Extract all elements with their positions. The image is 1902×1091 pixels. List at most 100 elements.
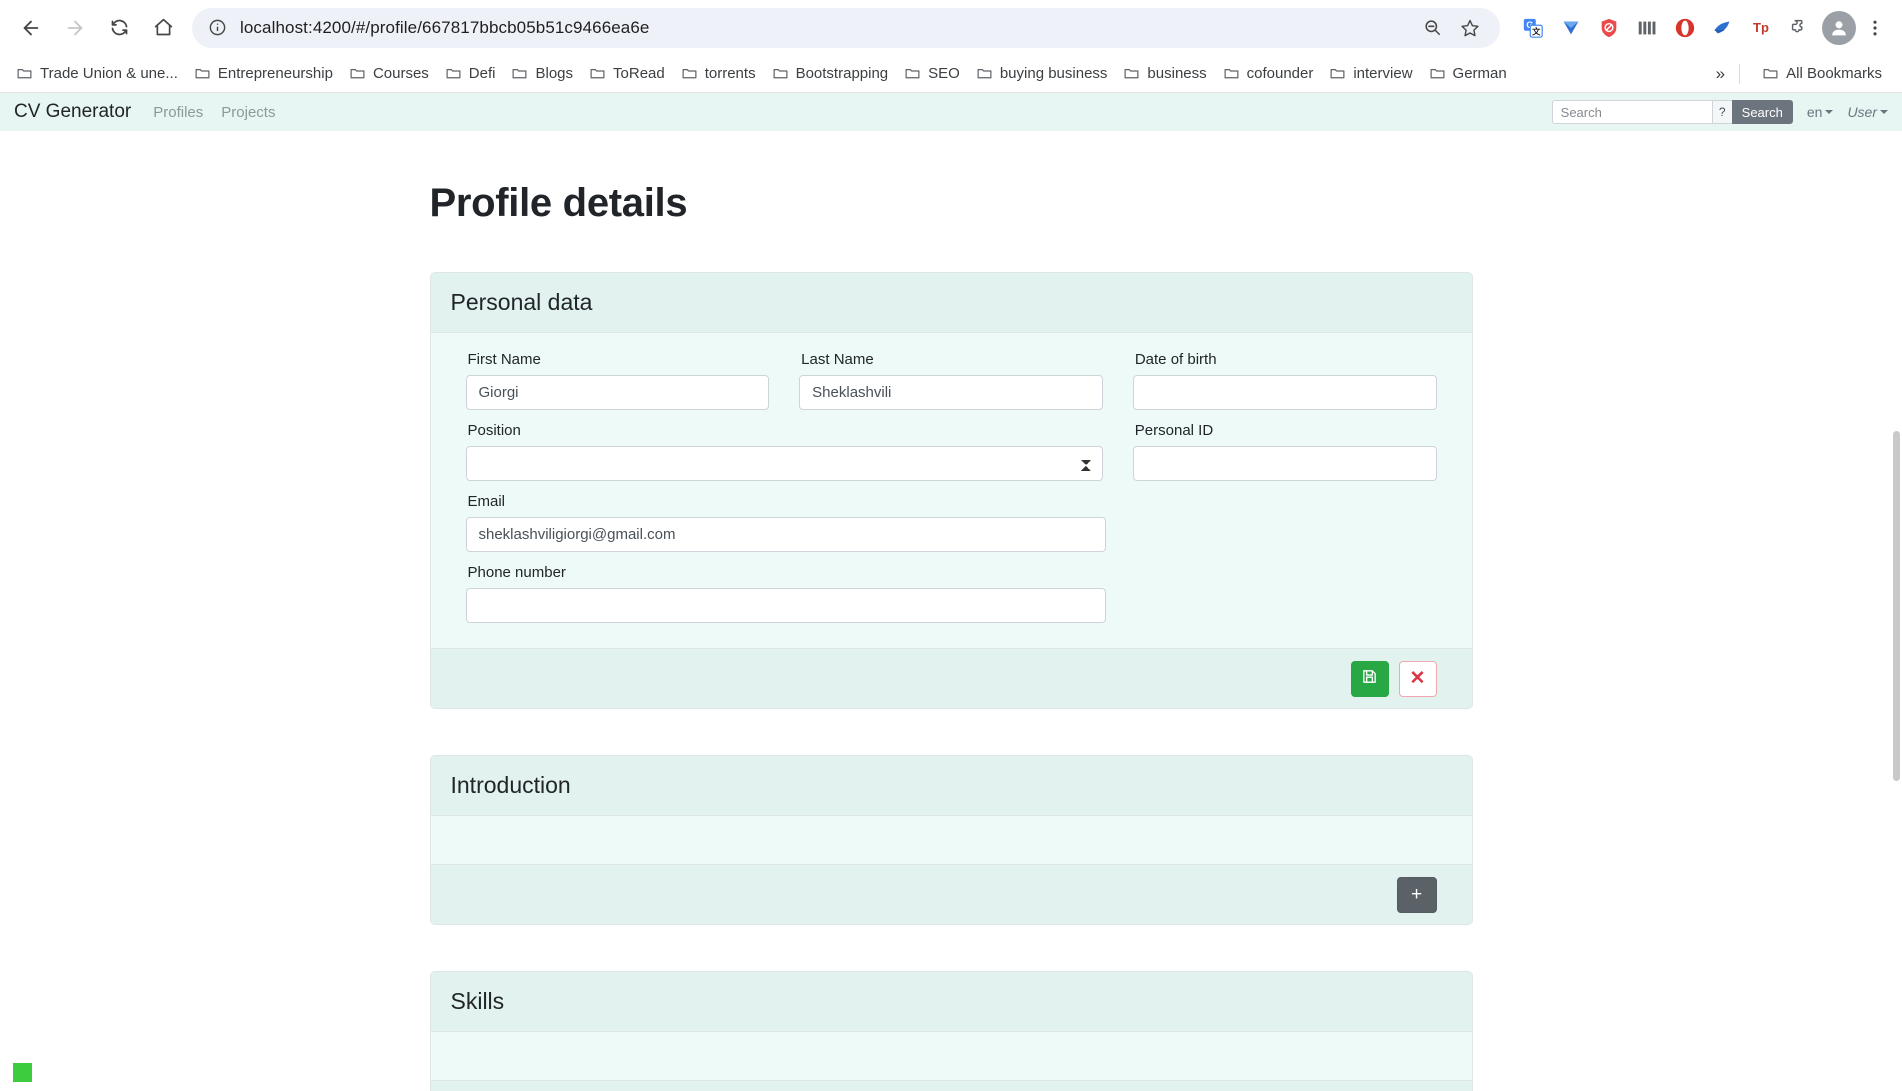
introduction-card: Introduction + (429, 755, 1473, 925)
three-dot-menu-icon[interactable] (1858, 11, 1892, 45)
opera-extension-icon[interactable] (1668, 11, 1702, 45)
bookmark-label: business (1147, 65, 1207, 82)
bookmark-label: torrents (704, 65, 756, 82)
folder-icon (194, 65, 211, 82)
all-bookmarks-button[interactable]: All Bookmarks (1754, 60, 1894, 87)
bookmark-label: Defi (468, 65, 496, 82)
bookmark-item[interactable]: Trade Union & une... (8, 60, 186, 87)
first-name-group: First Name (465, 351, 770, 410)
bookmarks-overflow-chevron[interactable]: » (1716, 64, 1725, 84)
page-title: Profile details (429, 181, 688, 225)
bookmark-label: Trade Union & une... (40, 65, 178, 82)
date-of-birth-group: Date of birth (1132, 351, 1437, 410)
bookmark-item[interactable]: business (1115, 60, 1214, 87)
introduction-body (430, 816, 1472, 864)
position-label: Position (467, 422, 521, 439)
user-label: User (1847, 104, 1877, 120)
folder-icon (589, 65, 606, 82)
personal-id-input[interactable] (1132, 446, 1437, 481)
bookmarks-overflow: » All Bookmarks (1705, 60, 1894, 87)
email-row: Email (465, 493, 1437, 552)
bookmark-item[interactable]: torrents (673, 60, 764, 87)
chevron-down-icon (1825, 110, 1834, 114)
folder-icon (904, 65, 921, 82)
folder-icon (16, 65, 33, 82)
bookmark-item[interactable]: Entrepreneurship (186, 60, 341, 87)
profile-avatar[interactable] (1822, 10, 1856, 45)
adblock-shield-extension-icon[interactable] (1592, 11, 1626, 45)
first-name-label: First Name (467, 351, 541, 368)
folder-icon (1329, 65, 1346, 82)
skills-header: Skills (430, 972, 1472, 1032)
save-icon (1361, 668, 1378, 690)
page-scrollbar[interactable] (1890, 131, 1902, 1091)
cancel-button[interactable]: ✕ (1398, 660, 1437, 697)
tp-extension-icon[interactable]: Tp (1744, 11, 1778, 45)
bookmark-item[interactable]: German (1421, 60, 1515, 87)
folder-icon (681, 65, 698, 82)
grammarly-extension-icon[interactable] (1554, 11, 1588, 45)
google-translate-extension-icon[interactable]: G文 (1516, 10, 1550, 45)
personal-id-group: Personal ID (1132, 422, 1437, 481)
bookmark-item[interactable]: buying business (968, 60, 1116, 87)
bookmark-item[interactable]: SEO (896, 60, 968, 87)
position-select[interactable] (465, 446, 1103, 481)
first-name-input[interactable] (465, 375, 770, 410)
introduction-footer: + (430, 864, 1472, 924)
nav-link-profiles[interactable]: Profiles (153, 104, 203, 121)
personal-data-footer: ✕ (430, 648, 1472, 708)
info-circle-icon[interactable] (206, 17, 228, 39)
search-input[interactable] (1551, 100, 1712, 124)
bookmark-label: interview (1353, 65, 1413, 82)
folder-icon (976, 65, 993, 82)
language-selector[interactable]: en (1807, 104, 1834, 120)
last-name-label: Last Name (801, 351, 874, 368)
chevron-down-icon (1880, 110, 1888, 114)
email-input[interactable] (465, 517, 1106, 552)
bookmark-item[interactable]: Defi (437, 60, 504, 87)
bookmark-item[interactable]: Blogs (503, 60, 581, 87)
page-scrollbar-thumb[interactable] (1893, 431, 1900, 781)
folder-icon (1223, 65, 1240, 82)
date-of-birth-input[interactable] (1132, 375, 1437, 410)
zoom-out-icon[interactable] (1416, 12, 1448, 44)
home-icon[interactable] (142, 7, 184, 49)
blue-bird-extension-icon[interactable] (1706, 11, 1740, 45)
bookmark-item[interactable]: Bootstrapping (764, 60, 897, 87)
navbar-right-group: ? Search en User (1551, 100, 1888, 124)
introduction-header: Introduction (430, 756, 1472, 816)
add-introduction-button[interactable]: + (1396, 876, 1437, 913)
save-button[interactable] (1350, 660, 1389, 697)
forward-arrow-icon[interactable] (54, 7, 96, 49)
search-help-button[interactable]: ? (1711, 100, 1732, 124)
position-row: Position Personal ID (465, 422, 1437, 481)
bookmark-item[interactable]: interview (1321, 60, 1420, 87)
bookmark-item[interactable]: cofounder (1215, 60, 1322, 87)
back-arrow-icon[interactable] (10, 7, 52, 49)
language-label: en (1806, 104, 1823, 120)
folder-icon (772, 65, 789, 82)
bookmark-label: Entrepreneurship (217, 65, 333, 82)
last-name-input[interactable] (799, 375, 1103, 410)
date-of-birth-label: Date of birth (1134, 351, 1217, 368)
address-bar[interactable]: localhost:4200/#/profile/667817bbcb05b51… (192, 7, 1500, 48)
personal-data-card: Personal data First Name Last Name Date … (429, 272, 1473, 709)
search-button[interactable]: Search (1731, 100, 1793, 124)
sidebar-panel-extension-icon[interactable] (1630, 11, 1664, 45)
app-brand[interactable]: CV Generator (14, 101, 131, 123)
star-icon[interactable] (1454, 12, 1486, 44)
puzzle-extensions-menu-icon[interactable] (1782, 11, 1816, 45)
nav-link-projects[interactable]: Projects (221, 104, 275, 121)
phone-number-group: Phone number (465, 564, 1106, 623)
bookmark-item[interactable]: ToRead (581, 60, 673, 87)
phone-number-input[interactable] (465, 588, 1106, 623)
reload-icon[interactable] (98, 7, 140, 49)
email-label: Email (467, 493, 506, 510)
user-menu[interactable]: User (1847, 104, 1888, 120)
phone-number-label: Phone number (467, 564, 566, 581)
page-content: Profile details Personal data First Name… (0, 131, 1902, 1091)
folder-icon (349, 65, 366, 82)
bookmark-item[interactable]: Courses (341, 60, 437, 87)
personal-data-header: Personal data (430, 273, 1472, 333)
personal-id-label: Personal ID (1134, 422, 1214, 439)
